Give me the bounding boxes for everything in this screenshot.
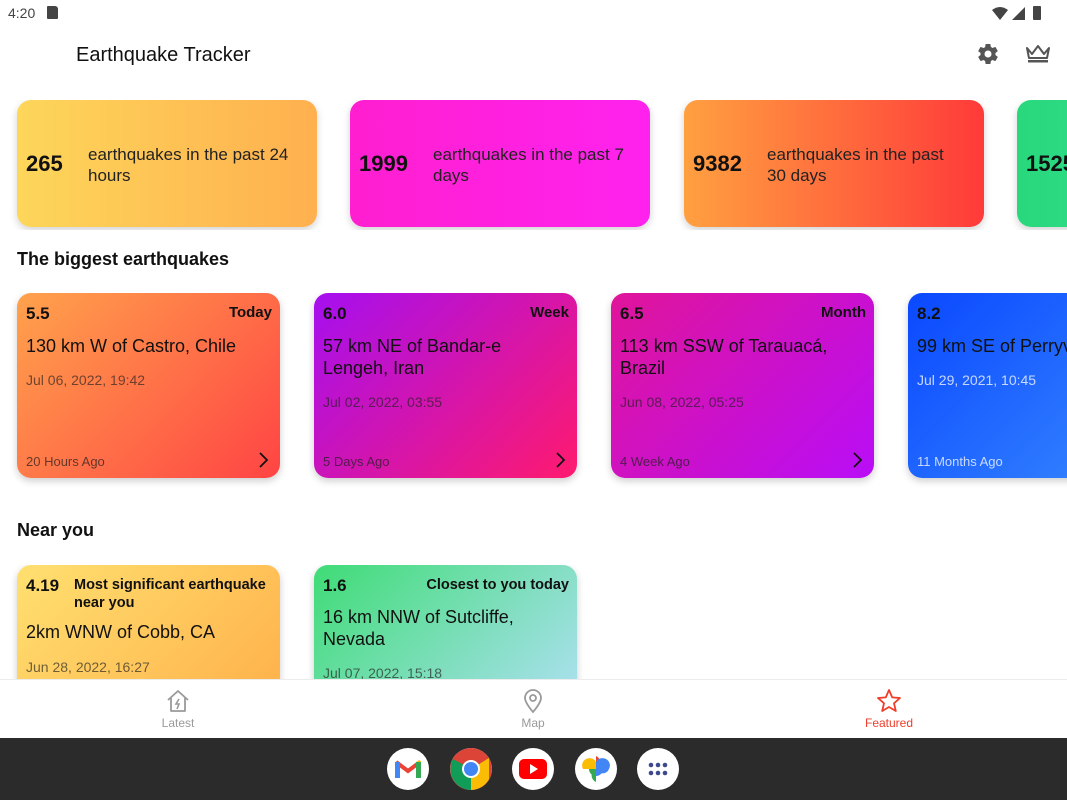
eq-place: 130 km W of Castro, Chile [26, 336, 237, 356]
biggest-carousel[interactable]: 5.5 Today 130 km W of Castro, Chile Jul … [0, 293, 1067, 488]
nav-featured[interactable]: Featured [829, 680, 949, 739]
summary-card-year[interactable]: 1525 [1017, 100, 1067, 227]
near-date: Jul 07, 2022, 15:18 [323, 665, 443, 679]
youtube-app[interactable] [512, 748, 554, 790]
status-bar: 4:20 [0, 0, 1067, 26]
eq-date: Jul 06, 2022, 19:42 [26, 372, 146, 388]
nav-label: Featured [864, 716, 914, 730]
near-magnitude: 4.19 [26, 576, 60, 595]
biggest-heading: The biggest earthquakes [17, 249, 230, 269]
house-alert-icon [167, 690, 189, 712]
eq-ago: 4 Week Ago [620, 454, 690, 469]
launcher-dock [0, 738, 1067, 800]
chrome-icon [450, 748, 492, 790]
eq-period: Month [821, 304, 866, 321]
eq-magnitude: 6.5 [620, 304, 644, 323]
chevron-right-icon [853, 452, 863, 468]
eq-ago: 5 Days Ago [323, 454, 390, 469]
wifi-icon [992, 6, 1008, 20]
summary-label: earthquakes in the past 7 days [433, 145, 624, 185]
eq-date: Jul 29, 2021, 10:45 [917, 372, 1037, 388]
map-pin-icon [524, 689, 542, 714]
star-icon [877, 689, 901, 712]
eq-card-year[interactable]: 8.2 99 km SE of Perryville Jul 29, 2021,… [908, 293, 1067, 478]
youtube-icon [519, 759, 547, 779]
eq-date: Jun 08, 2022, 05:25 [620, 394, 744, 410]
nav-latest[interactable]: Latest [118, 680, 238, 739]
near-title: Closest to you today [426, 577, 569, 593]
gmail-icon [394, 760, 422, 778]
near-place: 16 km NNW of Sutcliffe, Nevada [323, 607, 514, 649]
summary-carousel[interactable]: 265 earthquakes in the past 24 hours 199… [0, 100, 1067, 230]
eq-card-month[interactable]: 6.5 Month 113 km SSW of Tarauacá, Brazil… [611, 293, 874, 478]
sd-card-icon [47, 6, 58, 19]
near-date: Jun 28, 2022, 16:27 [26, 659, 150, 675]
near-magnitude: 1.6 [323, 576, 347, 595]
near-you-carousel[interactable]: 4.19 Most significant earthquake near yo… [0, 565, 1067, 679]
chrome-app[interactable] [450, 748, 492, 790]
near-card-closest[interactable]: 1.6 Closest to you today 16 km NNW of Su… [314, 565, 577, 679]
photos-icon [582, 756, 610, 782]
near-place: 2km WNW of Cobb, CA [26, 622, 216, 642]
status-indicators [992, 5, 1041, 21]
bottom-navigation: Latest Map Featured [0, 679, 1067, 738]
signal-icon [1012, 6, 1025, 20]
app-drawer-icon [648, 762, 668, 776]
summary-card-30d[interactable]: 9382 earthquakes in the past 30 days [684, 100, 984, 227]
chevron-right-icon [259, 452, 269, 468]
crown-icon [1026, 45, 1050, 63]
premium-button[interactable] [1022, 40, 1054, 68]
eq-card-week[interactable]: 6.0 Week 57 km NE of Bandar-e Lengeh, Ir… [314, 293, 577, 478]
eq-place: 57 km NE of Bandar-e Lengeh, Iran [323, 336, 502, 378]
near-title: Most significant earthquake near you [74, 577, 266, 611]
eq-period: Today [228, 304, 272, 321]
gear-icon [978, 44, 998, 65]
app-title: Earthquake Tracker [76, 44, 251, 66]
nav-label: Map [521, 716, 545, 730]
summary-count: 1525 [1026, 150, 1067, 176]
eq-ago: 20 Hours Ago [26, 454, 105, 469]
near-you-heading: Near you [17, 520, 95, 540]
eq-magnitude: 6.0 [323, 304, 347, 323]
summary-count: 1999 [359, 150, 408, 176]
settings-button[interactable] [974, 40, 1002, 68]
near-card-significant[interactable]: 4.19 Most significant earthquake near yo… [17, 565, 280, 679]
summary-label: earthquakes in the past 24 hours [88, 145, 289, 185]
status-time: 4:20 [8, 5, 36, 21]
eq-magnitude: 5.5 [26, 304, 50, 323]
eq-period: Week [530, 304, 569, 321]
battery-icon [1033, 6, 1041, 20]
eq-ago: 11 Months Ago [917, 454, 1003, 469]
nav-map[interactable]: Map [473, 680, 593, 739]
eq-card-today[interactable]: 5.5 Today 130 km W of Castro, Chile Jul … [17, 293, 280, 478]
eq-date: Jul 02, 2022, 03:55 [323, 394, 443, 410]
summary-card-24h[interactable]: 265 earthquakes in the past 24 hours [17, 100, 317, 227]
gmail-app[interactable] [387, 748, 429, 790]
summary-card-7d[interactable]: 1999 earthquakes in the past 7 days [350, 100, 650, 227]
eq-place: 113 km SSW of Tarauacá, Brazil [620, 336, 828, 378]
chevron-right-icon [556, 452, 566, 468]
eq-magnitude: 8.2 [917, 304, 941, 323]
summary-count: 265 [26, 150, 63, 176]
photos-app[interactable] [575, 748, 617, 790]
app-drawer[interactable] [637, 748, 679, 790]
summary-label: earthquakes in the past 30 days [767, 145, 944, 185]
nav-label: Latest [161, 716, 195, 730]
eq-place: 99 km SE of Perryville [917, 336, 1067, 356]
summary-count: 9382 [693, 150, 742, 176]
